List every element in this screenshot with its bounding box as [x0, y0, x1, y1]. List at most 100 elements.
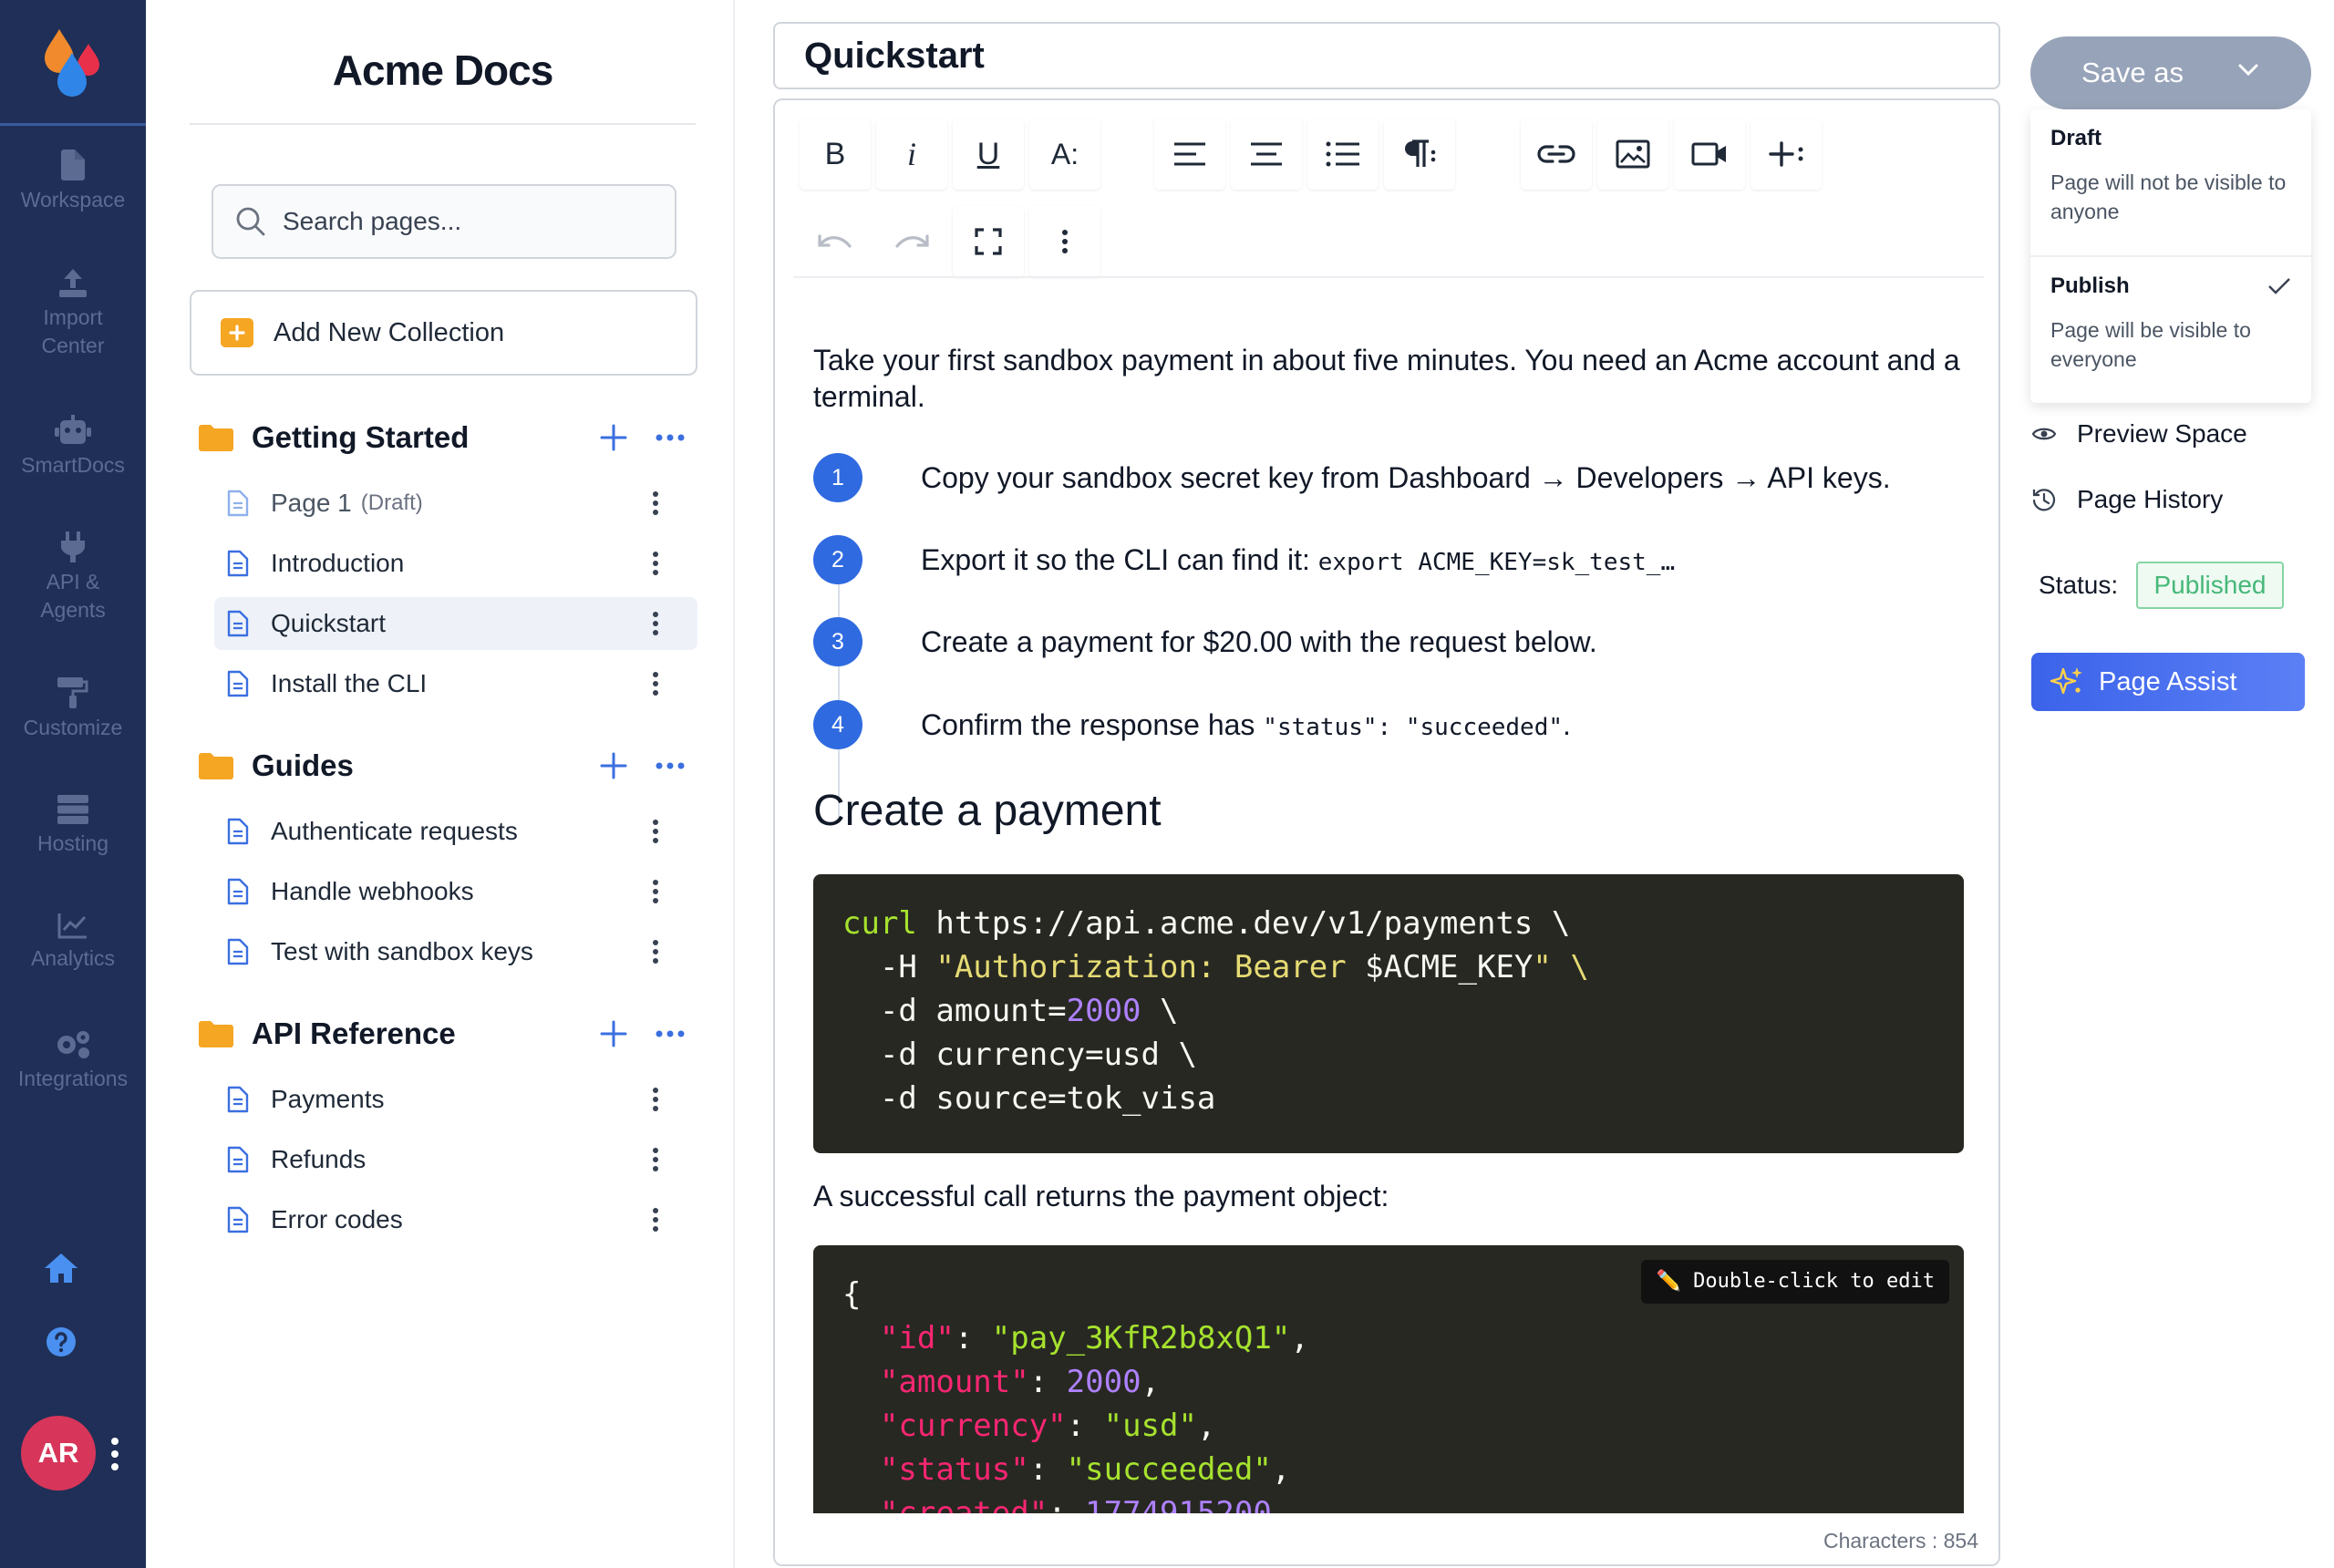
- rail-item-smartdocs[interactable]: SmartDocs: [0, 415, 146, 480]
- underline-label: U: [976, 136, 1000, 171]
- rail-item-api-agents[interactable]: API & Agents: [0, 531, 146, 624]
- save-as-button[interactable]: Save as: [2030, 36, 2311, 109]
- video-icon: [1691, 142, 1726, 166]
- kebab-menu-icon[interactable]: [652, 490, 659, 516]
- kebab-menu-icon[interactable]: [652, 1147, 659, 1172]
- code-token: "usd": [1103, 1408, 1197, 1444]
- inline-code: export ACME_KEY=sk_test_…: [1317, 548, 1676, 576]
- step-number: 2: [813, 535, 862, 584]
- page-label: Test with sandbox keys: [271, 937, 533, 965]
- kebab-menu-icon[interactable]: [652, 819, 659, 844]
- rail-item-hosting[interactable]: Hosting: [0, 795, 146, 858]
- page-item-page-1[interactable]: Page 1 (Draft): [214, 477, 697, 530]
- align-center-button[interactable]: [1231, 119, 1302, 190]
- step-text: Export it so the CLI can find it: export…: [921, 543, 1675, 577]
- kebab-menu-icon[interactable]: [652, 611, 659, 636]
- italic-button[interactable]: i: [876, 119, 947, 190]
- page-title-input[interactable]: Quickstart: [773, 22, 2000, 89]
- rail-item-integrations[interactable]: Integrations: [0, 1028, 146, 1093]
- preview-space-label: Preview Space: [2077, 419, 2247, 448]
- document-icon: [227, 670, 249, 697]
- search-input[interactable]: [283, 207, 666, 236]
- response-intro: A successful call returns the payment ob…: [813, 1180, 1389, 1212]
- kebab-menu-icon[interactable]: [652, 1207, 659, 1233]
- page-item-error-codes[interactable]: Error codes: [214, 1193, 697, 1246]
- page-item-install-the-cli[interactable]: Install the CLI: [214, 657, 697, 710]
- rail-item-analytics[interactable]: Analytics: [0, 912, 146, 973]
- eye-icon: [2031, 428, 2057, 440]
- collection-guides[interactable]: Guides: [199, 740, 698, 791]
- add-page-icon[interactable]: [600, 424, 627, 451]
- home-icon[interactable]: [42, 1249, 80, 1287]
- ordered-list-button[interactable]: [1307, 119, 1379, 190]
- document-icon: [227, 490, 249, 517]
- collection-api-reference[interactable]: API Reference: [199, 1008, 698, 1059]
- upload-icon: [59, 269, 87, 297]
- link-button[interactable]: [1521, 119, 1592, 190]
- collection-getting-started[interactable]: Getting Started: [199, 412, 698, 463]
- divider: [2030, 255, 2311, 257]
- add-page-icon[interactable]: [600, 1020, 627, 1047]
- avatar[interactable]: AR: [21, 1416, 96, 1491]
- video-button[interactable]: [1674, 119, 1745, 190]
- folder-icon: [199, 753, 233, 779]
- page-item-handle-webhooks[interactable]: Handle webhooks: [214, 865, 697, 918]
- kebab-menu-icon[interactable]: [652, 939, 659, 965]
- page-assist-button[interactable]: Page Assist: [2031, 653, 2305, 711]
- document-icon: [227, 610, 249, 637]
- option-draft[interactable]: Draft Page will not be visible to anyone: [2030, 126, 2311, 226]
- fullscreen-button[interactable]: [953, 206, 1024, 277]
- page-item-quickstart[interactable]: Quickstart: [214, 597, 697, 650]
- paragraph-button[interactable]: [1384, 119, 1455, 190]
- search-box[interactable]: [212, 184, 676, 259]
- page-history-link[interactable]: Page History: [2031, 481, 2223, 518]
- kebab-menu-icon[interactable]: [652, 1087, 659, 1112]
- more-horizontal-icon[interactable]: [655, 1029, 686, 1038]
- status-badge: Published: [2136, 562, 2284, 609]
- save-as-label: Save as: [2081, 57, 2184, 88]
- page-item-test-with-sandbox-keys[interactable]: Test with sandbox keys: [214, 925, 697, 978]
- kebab-menu-icon[interactable]: [652, 879, 659, 904]
- code-token: 2000: [1066, 993, 1141, 1029]
- page-title: Quickstart: [804, 35, 985, 76]
- kebab-menu-icon[interactable]: [652, 671, 659, 696]
- kebab-menu-icon[interactable]: [109, 1436, 120, 1472]
- code-token: "Authorization: Bearer: [935, 949, 1366, 985]
- rail-item-label: API & Agents: [40, 570, 106, 622]
- rail-item-label: Workspace: [20, 188, 126, 211]
- code-token: -H: [842, 949, 936, 985]
- more-horizontal-icon[interactable]: [655, 433, 686, 442]
- undo-button[interactable]: [800, 206, 871, 277]
- font-size-button[interactable]: A:: [1029, 119, 1100, 190]
- paragraph-icon: [1405, 139, 1436, 167]
- file-icon: [61, 150, 85, 181]
- page-item-payments[interactable]: Payments: [214, 1073, 697, 1126]
- help-icon[interactable]: [42, 1323, 80, 1361]
- app-logo[interactable]: [0, 0, 146, 126]
- more-options-button[interactable]: [1029, 206, 1100, 277]
- add-collection-button[interactable]: Add New Collection: [190, 290, 697, 376]
- editor[interactable]: B i U A: Take your first sandbox payment…: [773, 98, 2000, 1566]
- option-publish[interactable]: Publish Page will be visible to everyone: [2030, 273, 2311, 374]
- bold-button[interactable]: B: [800, 119, 871, 190]
- toolbar-divider: [793, 276, 1984, 278]
- redo-button[interactable]: [876, 206, 947, 277]
- underline-button[interactable]: U: [953, 119, 1024, 190]
- plus-more-icon: [1769, 141, 1803, 167]
- rail-item-workspace[interactable]: Workspace: [0, 150, 146, 214]
- rail-item-import-center[interactable]: Import Center: [0, 267, 146, 360]
- rail-item-label: Integrations: [17, 1067, 129, 1090]
- preview-space-link[interactable]: Preview Space: [2031, 416, 2247, 452]
- curl-code-block[interactable]: curl https://api.acme.dev/v1/payments \ …: [813, 874, 1964, 1153]
- add-page-icon[interactable]: [600, 752, 627, 779]
- sparkles-icon: [2050, 667, 2082, 695]
- insert-more-button[interactable]: [1750, 119, 1822, 190]
- rail-item-customize[interactable]: Customize: [0, 677, 146, 742]
- page-item-refunds[interactable]: Refunds: [214, 1133, 697, 1186]
- page-item-introduction[interactable]: Introduction: [214, 537, 697, 590]
- align-left-button[interactable]: [1154, 119, 1225, 190]
- page-item-authenticate-requests[interactable]: Authenticate requests: [214, 805, 697, 858]
- more-horizontal-icon[interactable]: [655, 761, 686, 770]
- kebab-menu-icon[interactable]: [652, 551, 659, 576]
- image-button[interactable]: [1597, 119, 1668, 190]
